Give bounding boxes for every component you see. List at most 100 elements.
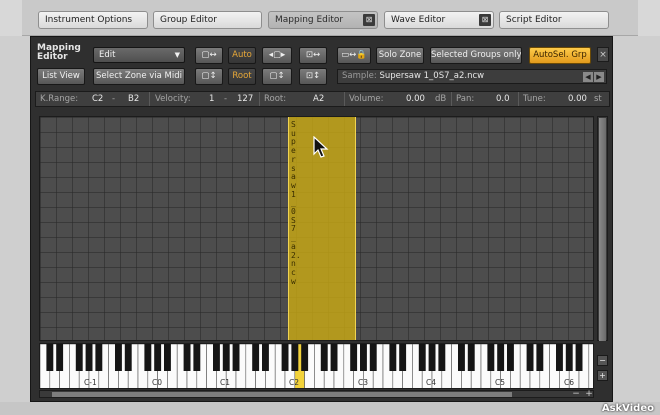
tab-wave-editor[interactable]: Wave Editor ⊠ [384,11,494,29]
black-key[interactable] [487,344,495,371]
list-view-button[interactable]: List View [37,68,85,85]
black-key[interactable] [360,344,367,371]
zoom-out-keys-button[interactable]: − [597,355,608,366]
octave-label: C2 [289,378,300,387]
keyboard-keys[interactable] [40,344,594,389]
black-key[interactable] [418,344,426,371]
root-button[interactable]: Root [228,68,256,85]
move-zone-button[interactable]: ◂▢▸ [262,47,292,64]
tune-value[interactable]: 0.00 [568,92,587,106]
piano-keyboard[interactable]: C-1 C0 C1 C2 C3 C4 C5 C6 [39,343,594,389]
black-key[interactable] [438,344,446,371]
black-key[interactable] [556,344,563,371]
close-panel-button[interactable]: × [597,47,609,62]
black-key[interactable] [232,344,240,371]
vertical-scrollbar[interactable] [597,116,608,341]
black-key[interactable] [350,344,358,371]
scrollbar-thumb[interactable] [599,118,606,341]
black-key[interactable] [124,344,132,371]
add-zone-button[interactable]: ▭↔🔒 [337,47,371,64]
black-key[interactable] [320,344,328,371]
black-key[interactable] [291,344,299,371]
solo-zone-button[interactable]: Solo Zone [376,47,424,64]
auto-label: Auto [232,50,252,60]
black-key[interactable] [115,344,122,371]
watermark: AskVideo [601,403,654,414]
zoom-in-keys-button[interactable]: + [597,370,608,381]
close-icon[interactable]: ⊠ [363,14,375,26]
close-icon: × [599,50,607,60]
black-key[interactable] [75,344,83,371]
plus-icon: + [599,371,606,380]
zone-height-tool-button[interactable]: ▢↕ [195,68,223,85]
keyrange-icon: ⊡↔ [305,50,321,60]
black-key[interactable] [183,344,191,371]
close-icon[interactable]: ⊠ [479,14,491,26]
black-key[interactable] [369,344,377,371]
black-key[interactable] [144,344,152,371]
velocity-tool-button[interactable]: ⊡↕ [299,68,327,85]
black-key[interactable] [497,344,505,371]
key-range-tool-button[interactable]: ⊡↔ [299,47,327,64]
black-key[interactable] [164,344,171,371]
edit-mode-dropdown[interactable]: Edit ▼ [93,47,185,63]
arrow-left-icon[interactable]: ◀ [583,72,593,82]
volume-label: Volume: [349,94,384,104]
velocity-high[interactable]: 127 [237,92,253,106]
black-key[interactable] [301,344,309,371]
sample-field[interactable]: Sample: Supersaw 1_0S7_a2.ncw ◀ ▶ [337,69,607,84]
velocity-label: Velocity: [155,94,191,104]
tab-label: Group Editor [160,15,217,25]
black-key[interactable] [193,344,201,371]
arrow-right-icon[interactable]: ▶ [594,72,604,82]
black-key[interactable] [56,344,64,371]
black-key[interactable] [154,344,162,371]
black-key[interactable] [213,344,220,371]
tab-instrument-options[interactable]: Instrument Options [38,11,148,29]
black-key[interactable] [507,344,514,371]
volume-value[interactable]: 0.00 [406,92,425,106]
black-key[interactable] [262,344,269,371]
black-key[interactable] [85,344,93,371]
editor-tab-bar: Instrument Options Group Editor Mapping … [0,0,660,36]
zone-name: Supersaw 1_0S7_a2.ncw [291,120,301,286]
move-vertical-button[interactable]: ▢↕ [262,68,292,85]
zone-width-tool-button[interactable]: ▢↔ [195,47,223,64]
key-range-high[interactable]: B2 [128,92,139,106]
scrollbar-thumb[interactable] [52,392,512,397]
black-key[interactable] [389,344,397,371]
white-key[interactable] [588,344,594,389]
black-key[interactable] [428,344,436,371]
horizontal-scrollbar[interactable] [39,390,594,398]
tab-group-editor[interactable]: Group Editor [153,11,262,29]
zoom-in-icon[interactable]: + [584,389,594,399]
edit-mode-value: Edit [99,50,116,60]
tab-mapping-editor[interactable]: Mapping Editor ⊠ [268,11,378,29]
black-key[interactable] [565,344,573,371]
auto-button[interactable]: Auto [228,47,256,64]
black-key[interactable] [458,344,465,371]
velocity-low[interactable]: 1 [209,92,214,106]
add-zone-icon: ▭↔🔒 [341,50,367,60]
black-key[interactable] [222,344,230,371]
key-range-low[interactable]: C2 [92,92,103,106]
black-key[interactable] [281,344,289,371]
black-key[interactable] [46,344,54,371]
autosel-grp-button[interactable]: AutoSel. Grp [529,47,591,64]
black-key[interactable] [526,344,534,371]
select-zone-midi-button[interactable]: Select Zone via Midi [93,68,185,85]
selected-groups-only-button[interactable]: Selected Groups only [430,47,522,64]
sample-name: Supersaw 1_0S7_a2.ncw [379,71,485,81]
black-key[interactable] [252,344,260,371]
black-key[interactable] [467,344,475,371]
black-key[interactable] [536,344,544,371]
pan-value[interactable]: 0.0 [496,92,510,106]
root-value[interactable]: A2 [313,92,324,106]
black-key[interactable] [330,344,338,371]
tab-script-editor[interactable]: Script Editor [499,11,609,29]
black-key[interactable] [95,344,103,371]
zoom-out-icon[interactable]: − [571,389,581,399]
black-key[interactable] [575,344,583,371]
divider [518,92,519,106]
black-key[interactable] [399,344,407,371]
